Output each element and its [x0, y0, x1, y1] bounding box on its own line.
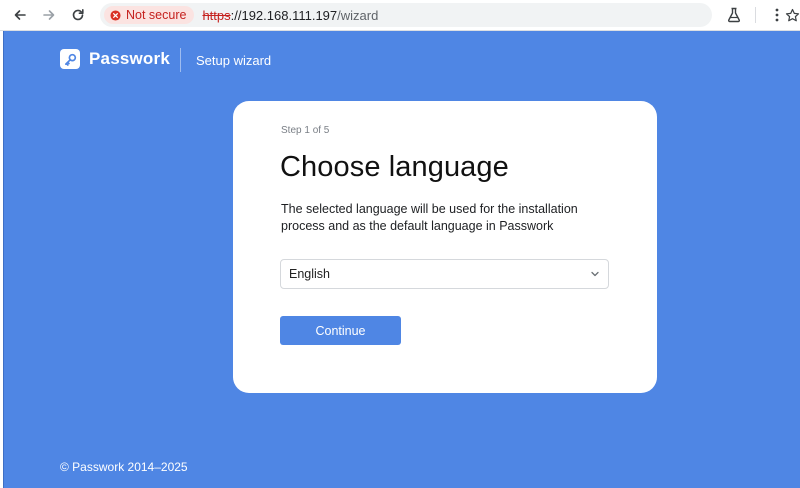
security-label: Not secure — [126, 8, 187, 22]
language-select[interactable]: English — [280, 259, 609, 289]
menu-button[interactable] — [767, 5, 787, 25]
footer-copyright: © Passwork 2014–2025 — [60, 460, 188, 474]
browser-toolbar: Not secure https://192.168.111.197/wizar… — [0, 0, 800, 31]
language-selected-value: English — [289, 267, 330, 281]
brand-name: Passwork — [89, 49, 170, 68]
chevron-down-icon — [591, 271, 599, 277]
bookmark-button[interactable] — [785, 8, 800, 28]
url-text: https://192.168.111.197/wizard — [202, 8, 378, 23]
labs-button[interactable] — [724, 5, 744, 25]
page-viewport: Passwork Setup wizard Step 1 of 5 Choose… — [3, 31, 800, 488]
key-icon — [64, 53, 76, 66]
brand: Passwork — [60, 49, 170, 69]
page-subtitle: Setup wizard — [196, 53, 272, 68]
wizard-card: Step 1 of 5 Choose language The selected… — [233, 101, 657, 393]
continue-button[interactable]: Continue — [280, 316, 401, 345]
step-indicator: Step 1 of 5 — [281, 125, 330, 136]
description: The selected language will be used for t… — [281, 202, 578, 233]
reload-icon — [72, 9, 84, 21]
kebab-menu-icon — [775, 8, 779, 22]
back-arrow-icon — [14, 10, 26, 20]
address-bar[interactable]: Not secure https://192.168.111.197/wizar… — [100, 3, 800, 27]
bookmark-star-icon — [785, 8, 800, 22]
toolbar-divider — [755, 7, 756, 23]
forward-arrow-icon — [43, 10, 55, 20]
page-title: Choose language — [280, 151, 509, 183]
url-host: ://192.168.111.197 — [230, 7, 338, 23]
labs-flask-icon — [727, 7, 741, 23]
passwork-logo — [60, 49, 80, 69]
forward-button[interactable] — [38, 4, 60, 26]
security-chip[interactable]: Not secure — [104, 6, 195, 24]
url-path: /wizard — [337, 7, 379, 23]
reload-button[interactable] — [67, 4, 89, 26]
warning-icon — [110, 9, 121, 21]
back-button[interactable] — [9, 4, 31, 26]
url-scheme: https — [202, 7, 231, 23]
brand-divider — [180, 48, 181, 72]
